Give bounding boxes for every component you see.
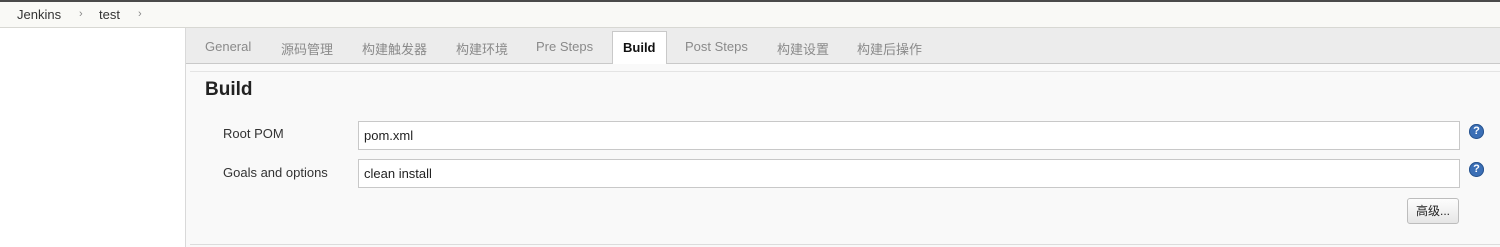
- chevron-right-icon[interactable]: ›: [79, 8, 83, 20]
- advanced-button[interactable]: 高级...: [1407, 198, 1459, 224]
- section-divider: [190, 71, 1500, 72]
- tab-build-environment[interactable]: 构建环境: [456, 39, 508, 58]
- breadcrumb: Jenkins › test ›: [0, 2, 1500, 28]
- tab-build-triggers[interactable]: 构建触发器: [362, 39, 427, 58]
- config-tabbar: General 源码管理 构建触发器 构建环境 Pre Steps Build …: [186, 28, 1500, 64]
- section-title: Build: [205, 79, 253, 100]
- side-panel: [0, 28, 186, 247]
- root-pom-input[interactable]: [358, 121, 1460, 150]
- tab-build-settings[interactable]: 构建设置: [777, 39, 829, 58]
- goals-input[interactable]: [358, 159, 1460, 188]
- root-pom-label: Root POM: [223, 126, 284, 141]
- tab-scm[interactable]: 源码管理: [281, 39, 333, 58]
- tab-pre-steps[interactable]: Pre Steps: [536, 39, 593, 54]
- tab-general[interactable]: General: [205, 39, 251, 54]
- goals-label: Goals and options: [223, 165, 328, 180]
- tab-post-steps[interactable]: Post Steps: [685, 39, 748, 54]
- help-icon[interactable]: ?: [1469, 124, 1484, 139]
- tab-post-build-actions[interactable]: 构建后操作: [857, 39, 922, 58]
- chevron-right-icon[interactable]: ›: [138, 8, 142, 20]
- breadcrumb-jenkins[interactable]: Jenkins: [17, 7, 61, 22]
- breadcrumb-test[interactable]: test: [99, 7, 120, 22]
- help-icon[interactable]: ?: [1469, 162, 1484, 177]
- section-bottom-divider: [190, 244, 1500, 245]
- config-main: General 源码管理 构建触发器 构建环境 Pre Steps Build …: [186, 28, 1500, 247]
- tab-build[interactable]: Build: [612, 31, 667, 64]
